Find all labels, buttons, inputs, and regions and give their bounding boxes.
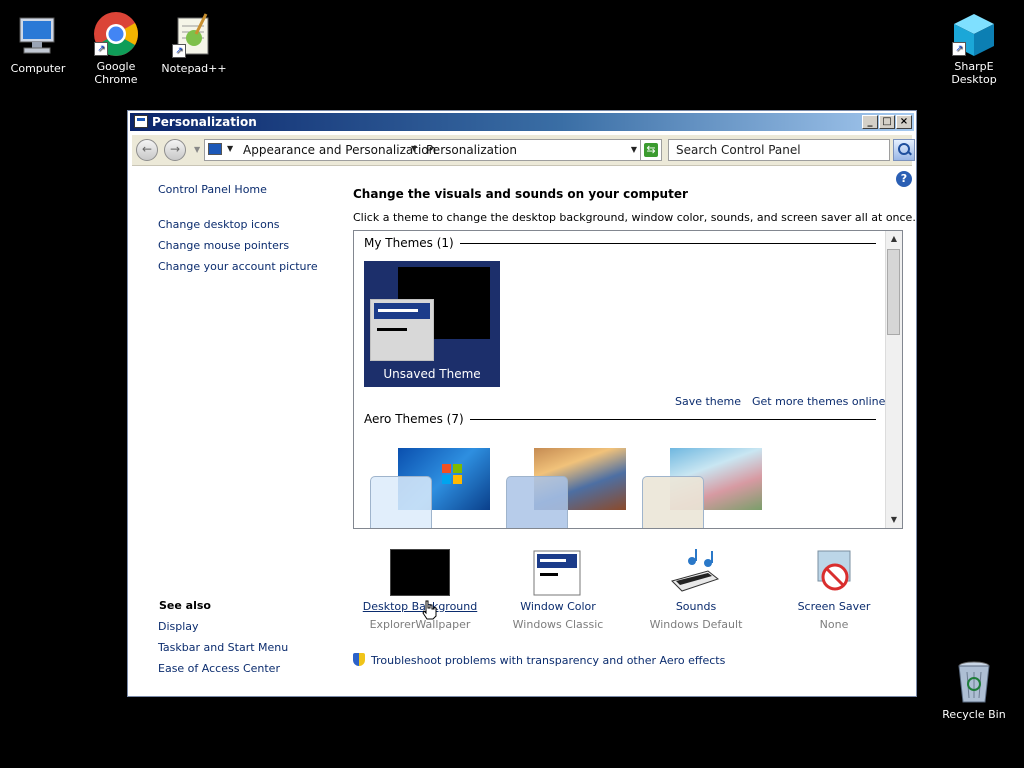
desktop-icon-sharpe-desktop[interactable]: ↗ SharpE Desktop (936, 10, 1012, 86)
theme-window-preview (506, 476, 568, 528)
search-placeholder: Search Control Panel (676, 143, 801, 157)
desktop-icon-google-chrome[interactable]: ↗ Google Chrome (78, 10, 154, 86)
see-also-heading: See also (159, 599, 211, 612)
theme-list-scrollbar[interactable]: ▲ ▼ (885, 231, 902, 528)
breadcrumb-appearance-personalization[interactable]: Appearance and Personalization (243, 143, 436, 157)
change-mouse-pointers-link[interactable]: Change mouse pointers (158, 239, 289, 252)
breadcrumb-personalization[interactable]: Personalization (426, 143, 517, 157)
desktop-icon-notepad-plus[interactable]: ↗ Notepad++ (156, 12, 232, 75)
theme-window-preview (370, 299, 434, 361)
desktop-icon-recycle-bin[interactable]: Recycle Bin (936, 658, 1012, 721)
window-icon (134, 115, 148, 128)
window-color-icon (528, 549, 588, 597)
theme-nature[interactable] (638, 448, 768, 528)
save-theme-link[interactable]: Save theme (675, 395, 741, 408)
page-description: Click a theme to change the desktop back… (353, 211, 916, 224)
theme-unsaved[interactable]: Unsaved Theme (364, 261, 500, 387)
troubleshoot-text[interactable]: Troubleshoot problems with transparency … (371, 654, 725, 667)
ease-of-access-link[interactable]: Ease of Access Center (158, 662, 280, 675)
address-bar: ← → ▼ ▼ Appearance and Personalization ▼… (132, 135, 915, 166)
get-more-themes-link[interactable]: Get more themes online (752, 395, 885, 408)
forward-button[interactable]: → (164, 139, 186, 161)
cube-icon: ↗ (950, 10, 998, 58)
setting-value: None (819, 618, 849, 631)
setting-name[interactable]: Desktop Background (355, 600, 485, 613)
display-link[interactable]: Display (158, 620, 199, 633)
chrome-icon: ↗ (92, 10, 140, 58)
desktop-background-setting[interactable]: Desktop Background ExplorerWallpaper (355, 549, 485, 631)
window-title: Personalization (152, 115, 257, 129)
troubleshoot-aero-link[interactable]: Troubleshoot problems with transparency … (353, 653, 725, 667)
search-icon[interactable] (893, 139, 915, 161)
aero-themes-header: Aero Themes (7) (364, 412, 470, 426)
theme-architecture[interactable] (502, 448, 632, 528)
sounds-icon (666, 549, 726, 597)
control-panel-icon (208, 143, 222, 155)
desktop-background-icon (390, 549, 450, 597)
shield-icon (353, 653, 365, 666)
address-dropdown-icon[interactable]: ▼ (631, 145, 637, 154)
sounds-setting[interactable]: Sounds Windows Default (631, 549, 761, 631)
breadcrumb-separator-icon[interactable]: ▼ (227, 144, 233, 153)
screen-saver-setting[interactable]: Screen Saver None (769, 549, 899, 631)
personalization-window: Personalization _ □ × ← → ▼ ▼ Appearance… (127, 110, 917, 697)
computer-icon (14, 12, 62, 60)
setting-value: Windows Classic (512, 618, 604, 631)
maximize-button[interactable]: □ (879, 115, 895, 129)
breadcrumb-separator-icon[interactable]: ▼ (411, 144, 417, 153)
notepad-plus-icon: ↗ (170, 12, 218, 60)
setting-value: Windows Default (649, 618, 743, 631)
page-title: Change the visuals and sounds on your co… (353, 187, 688, 201)
scroll-down-icon[interactable]: ▼ (886, 512, 902, 528)
desktop-icon-computer[interactable]: Computer (0, 12, 76, 75)
theme-window-preview (642, 476, 704, 528)
change-desktop-icons-link[interactable]: Change desktop icons (158, 218, 280, 231)
window-color-setting[interactable]: Window Color Windows Classic (493, 549, 623, 631)
recent-pages-dropdown-icon[interactable]: ▼ (194, 145, 200, 154)
breadcrumb[interactable]: ▼ Appearance and Personalization ▼ Perso… (204, 139, 642, 161)
theme-label: Unsaved Theme (383, 367, 481, 381)
minimize-button[interactable]: _ (862, 115, 878, 129)
control-panel-home-link[interactable]: Control Panel Home (158, 183, 267, 196)
refresh-icon: ⇆ (644, 143, 658, 157)
setting-value: ExplorerWallpaper (369, 618, 471, 631)
close-button[interactable]: × (896, 115, 912, 129)
recycle-bin-icon (950, 658, 998, 706)
setting-name[interactable]: Sounds (631, 600, 761, 613)
back-button[interactable]: ← (136, 139, 158, 161)
my-themes-header: My Themes (1) (364, 236, 460, 250)
theme-list: My Themes (1) Unsaved Theme Save theme G… (353, 230, 903, 529)
shortcut-arrow-icon: ↗ (952, 42, 966, 56)
theme-window-preview (370, 476, 432, 528)
refresh-button[interactable]: ⇆ (640, 139, 662, 161)
screen-saver-icon (804, 549, 864, 597)
theme-windows-7[interactable] (366, 448, 496, 528)
search-input[interactable]: Search Control Panel (668, 139, 915, 161)
help-icon[interactable]: ? (896, 171, 912, 187)
taskbar-start-menu-link[interactable]: Taskbar and Start Menu (158, 641, 288, 654)
setting-name[interactable]: Window Color (493, 600, 623, 613)
scrollbar-thumb[interactable] (887, 249, 900, 335)
shortcut-arrow-icon: ↗ (172, 44, 186, 58)
title-bar[interactable]: Personalization _ □ × (130, 113, 914, 131)
scroll-up-icon[interactable]: ▲ (886, 231, 902, 247)
setting-name[interactable]: Screen Saver (769, 600, 899, 613)
shortcut-arrow-icon: ↗ (94, 42, 108, 56)
change-account-picture-link[interactable]: Change your account picture (158, 260, 318, 273)
